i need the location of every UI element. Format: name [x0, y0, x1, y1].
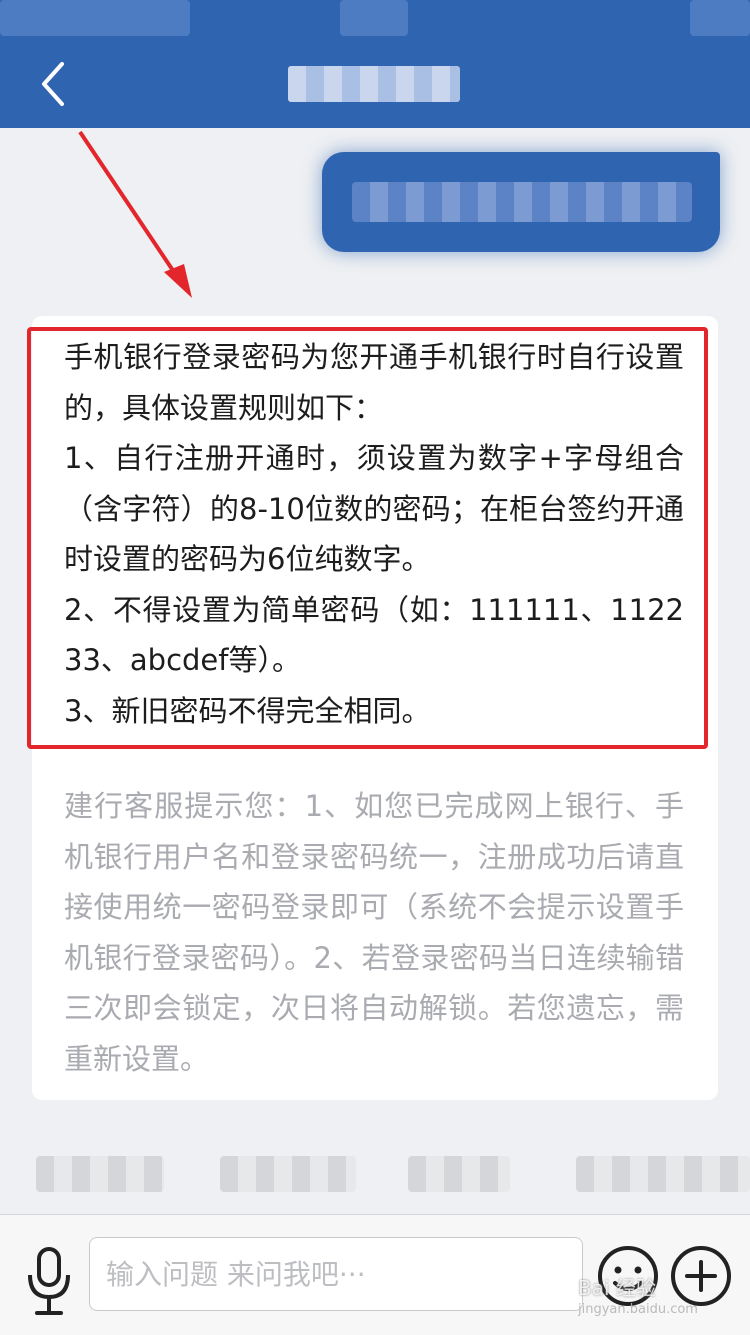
- quick-reply-chip[interactable]: [408, 1156, 510, 1192]
- status-bar-blurred-center: [340, 0, 408, 36]
- status-bar-blurred-left: [0, 0, 190, 36]
- more-options-button[interactable]: [670, 1245, 732, 1307]
- answer-line: 2、不得设置为简单密码（如：111111、112233、abcdef等）。: [64, 592, 684, 678]
- status-bar: [0, 0, 750, 40]
- user-message-blurred-text: [352, 182, 692, 222]
- question-input[interactable]: [89, 1237, 583, 1311]
- status-bar-blurred-right: [690, 0, 750, 36]
- quick-reply-chip[interactable]: [220, 1156, 356, 1192]
- customer-service-hint: 建行客服提示您：1、如您已完成网上银行、手机银行用户名和登录密码统一，注册成功后…: [64, 781, 684, 1084]
- hint-paragraph: 建行客服提示您：1、如您已完成网上银行、手机银行用户名和登录密码统一，注册成功后…: [64, 789, 684, 1076]
- quick-reply-row: [0, 1150, 750, 1198]
- quick-reply-chip[interactable]: [36, 1156, 164, 1192]
- nav-bar: [0, 40, 750, 128]
- quick-reply-chip[interactable]: [576, 1156, 750, 1192]
- plus-circle-icon: [671, 1246, 731, 1306]
- microphone-icon: [28, 1247, 70, 1315]
- page-title-blurred: [288, 66, 460, 102]
- voice-input-button[interactable]: [22, 1245, 76, 1321]
- watermark-url: jingyan.baidu.com: [578, 1302, 698, 1317]
- answer-text: 手机银行登录密码为您开通手机银行时自行设置的，具体设置规则如下： 1、自行注册开…: [64, 332, 684, 736]
- chevron-left-icon: [42, 62, 64, 106]
- answer-line: 手机银行登录密码为您开通手机银行时自行设置的，具体设置规则如下：: [64, 340, 684, 425]
- answer-line: 3、新旧密码不得完全相同。: [64, 693, 431, 728]
- back-button[interactable]: [28, 58, 80, 110]
- user-message-bubble: [322, 152, 720, 252]
- watermark-logo: Bai 经验: [578, 1276, 656, 1300]
- answer-line: 1、自行注册开通时，须设置为数字+字母组合（含字符）的8-10位数的密码；在柜台…: [64, 441, 684, 576]
